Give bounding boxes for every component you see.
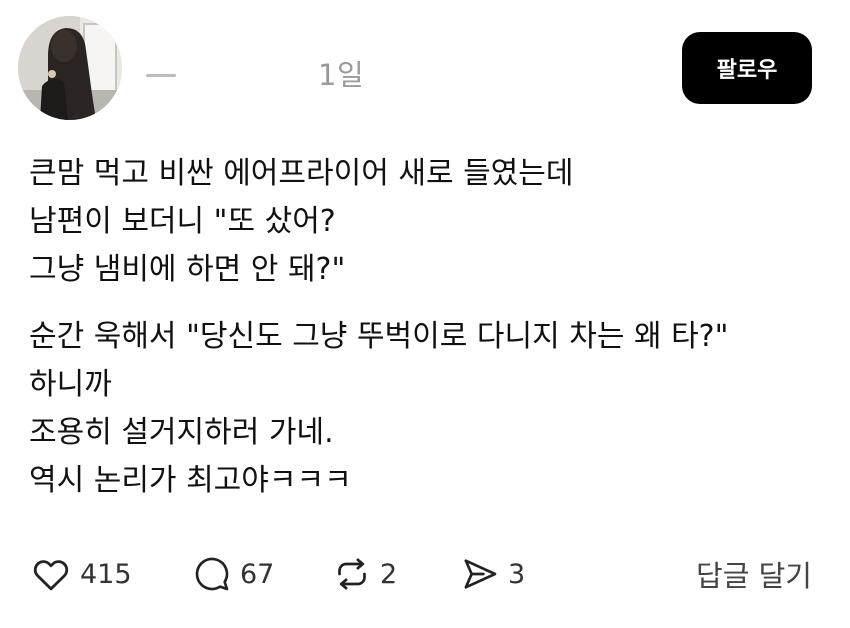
avatar-photo bbox=[18, 16, 122, 120]
action-bar: 415 67 2 3 답글 달기 bbox=[30, 550, 812, 598]
reply-button[interactable]: 답글 달기 bbox=[696, 550, 812, 598]
post-line: 하니까 bbox=[29, 367, 112, 402]
avatar[interactable] bbox=[18, 16, 122, 120]
heart-icon bbox=[33, 560, 69, 591]
post-paragraph-2: 순간 욱해서 "당신도 그냥 뚜벅이로 다니지 차는 왜 타?" 하니까 조용히… bbox=[29, 313, 819, 505]
like-count: 415 bbox=[80, 558, 132, 590]
post-line: 그냥 냄비에 하면 안 돼?" bbox=[29, 252, 346, 287]
username-placeholder bbox=[146, 74, 176, 77]
repost-count: 2 bbox=[380, 558, 398, 590]
post-card: 1일 팔로우 큰맘 먹고 비싼 에어프라이어 새로 들였는데 남편이 보더니 "… bbox=[0, 0, 850, 628]
post-line: 남편이 보더니 "또 샀어? bbox=[29, 204, 336, 239]
share-count: 3 bbox=[508, 558, 526, 590]
share-button[interactable]: 3 bbox=[460, 550, 525, 598]
comment-button[interactable]: 67 bbox=[192, 550, 274, 598]
comment-count: 67 bbox=[240, 558, 275, 590]
speech-bubble-icon bbox=[195, 557, 229, 591]
repost-button[interactable]: 2 bbox=[332, 550, 397, 598]
post-body: 큰맘 먹고 비싼 에어프라이어 새로 들였는데 남편이 보더니 "또 샀어? 그… bbox=[29, 150, 819, 505]
post-line: 큰맘 먹고 비싼 에어프라이어 새로 들였는데 bbox=[29, 156, 574, 191]
post-paragraph-1: 큰맘 먹고 비싼 에어프라이어 새로 들였는데 남편이 보더니 "또 샀어? 그… bbox=[29, 150, 819, 294]
repost-arrows-icon bbox=[338, 558, 366, 590]
post-timestamp: 1일 bbox=[318, 58, 365, 92]
post-line: 조용히 설거지하러 가네. bbox=[29, 415, 334, 450]
like-button[interactable]: 415 bbox=[30, 550, 132, 598]
post-line: 역시 논리가 최고야ㅋㅋㅋ bbox=[29, 463, 352, 498]
send-icon bbox=[464, 559, 497, 589]
post-line: 순간 욱해서 "당신도 그냥 뚜벅이로 다니지 차는 왜 타?" bbox=[29, 319, 729, 354]
follow-button[interactable]: 팔로우 bbox=[682, 32, 812, 104]
username-redacted[interactable] bbox=[146, 70, 186, 78]
post-header: 1일 팔로우 bbox=[18, 12, 812, 122]
